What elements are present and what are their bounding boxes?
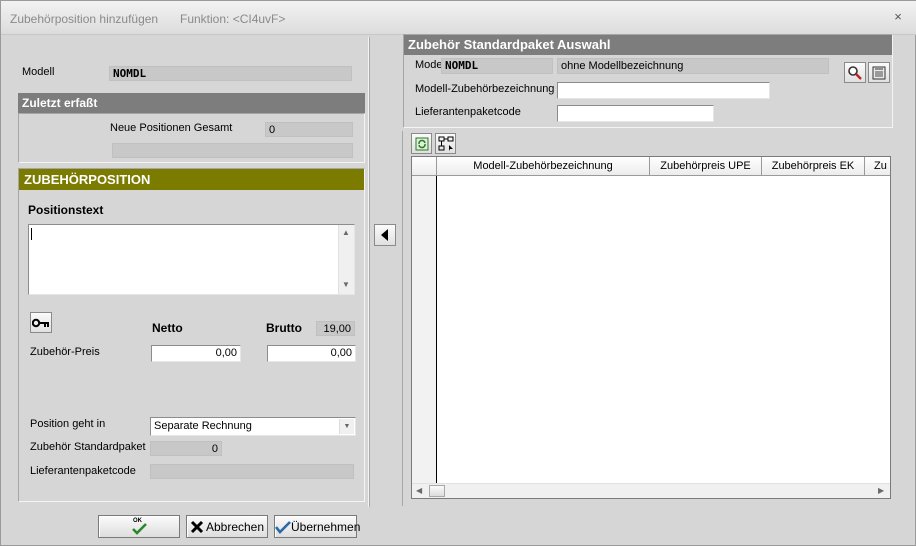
brutto-input[interactable]: 0,00 — [267, 345, 356, 362]
search-button[interactable] — [844, 62, 866, 83]
zubehoerposition-group: ZUBEHÖRPOSITION Positionstext ▲ ▼ Netto … — [18, 168, 365, 502]
scroll-thumb[interactable] — [429, 485, 445, 497]
modell-label: Modell — [22, 66, 55, 78]
positionstext-textarea[interactable]: ▲ ▼ — [28, 224, 355, 295]
search-icon — [848, 66, 862, 80]
abbrechen-label: Abbrechen — [205, 519, 265, 534]
neue-positionen-bar — [112, 143, 353, 158]
tree-button[interactable] — [435, 133, 456, 154]
scroll-right-icon[interactable]: ▶ — [878, 486, 884, 495]
tree-icon — [438, 136, 453, 151]
neue-positionen-label: Neue Positionen Gesamt — [110, 122, 233, 134]
right-modell-field: NOMDL — [441, 58, 553, 74]
transfer-left-icon — [381, 229, 388, 241]
check-icon — [274, 520, 291, 534]
zuletzt-erfasst-header: Zuletzt erfaßt — [18, 93, 365, 113]
clear-icon — [872, 66, 886, 80]
uebernehmen-button[interactable]: Übernehmen — [274, 515, 361, 538]
panel-divider — [402, 131, 403, 506]
positionstext-label: Positionstext — [28, 203, 104, 217]
transfer-left-button[interactable] — [374, 224, 396, 246]
abbrechen-button[interactable]: Abbrechen — [186, 515, 268, 538]
standardpaket-auswahl-header: Zubehör Standardpaket Auswahl — [404, 35, 892, 55]
zuletzt-erfasst-group: Neue Positionen Gesamt 0 — [18, 113, 365, 163]
ok-button[interactable]: OK — [98, 515, 180, 538]
netto-input[interactable]: 0,00 — [151, 345, 241, 362]
right-modell-desc-field: ohne Modellbezeichnung — [557, 58, 829, 74]
dropdown-arrow-icon[interactable]: ▼ — [339, 419, 354, 434]
brutto-label: Brutto — [266, 321, 302, 335]
lieferantenpaketcode-field — [150, 464, 354, 479]
grid-horizontal-scrollbar[interactable]: ◀ ▶ — [412, 483, 890, 498]
grid-header: Modell-Zubehörbezeichnung Zubehörpreis U… — [412, 157, 890, 176]
mwst-field: 19,00 — [316, 321, 355, 336]
zubehoer-preis-label: Zubehör-Preis — [30, 346, 100, 358]
zubehoerposition-header: ZUBEHÖRPOSITION — [19, 169, 364, 190]
position-geht-in-select[interactable]: Separate Rechnung ▼ — [150, 417, 356, 436]
grid-column-ek[interactable]: Zubehörpreis EK — [762, 157, 865, 176]
refresh-button[interactable] — [411, 133, 432, 154]
standardpaket-grid[interactable]: Modell-Zubehörbezeichnung Zubehörpreis U… — [411, 156, 891, 499]
clear-button[interactable] — [868, 62, 890, 83]
close-icon[interactable]: × — [891, 10, 905, 24]
text-cursor — [31, 228, 32, 240]
key-icon — [31, 318, 49, 328]
grid-column-bezeichnung[interactable]: Modell-Zubehörbezeichnung — [437, 157, 650, 176]
standardpaket-label: Zubehör Standardpaket — [30, 441, 146, 453]
position-geht-in-value: Separate Rechnung — [154, 420, 252, 432]
scroll-left-icon[interactable]: ◀ — [416, 486, 422, 495]
positionstext-scrollbar[interactable]: ▲ ▼ — [338, 225, 354, 294]
cross-icon — [190, 520, 204, 533]
scroll-down-icon[interactable]: ▼ — [342, 280, 350, 289]
lieferantenpaketcode-label: Lieferantenpaketcode — [30, 465, 136, 477]
grid-column-more[interactable]: Zu — [865, 157, 890, 176]
right-lieferantenpaketcode-label: Lieferantenpaketcode — [415, 106, 521, 118]
function-label: Funktion: <CI4uvF> — [180, 12, 286, 26]
standardpaket-field: 0 — [150, 441, 222, 456]
standardpaket-auswahl-group: Zubehör Standardpaket Auswahl Modell NOM… — [403, 34, 893, 128]
key-button[interactable] — [30, 312, 52, 333]
right-lieferantenpaketcode-input[interactable] — [557, 105, 714, 122]
refresh-icon — [415, 137, 428, 151]
position-geht-in-label: Position geht in — [30, 418, 106, 430]
grid-row-indicator — [412, 176, 437, 483]
grid-indicator-column — [412, 157, 437, 176]
netto-label: Netto — [152, 321, 183, 335]
grid-column-upe[interactable]: Zubehörpreis UPE — [650, 157, 762, 176]
window-title: Zubehörposition hinzufügen — [10, 12, 159, 26]
title-bar: Zubehörposition hinzufügen Funktion: <CI… — [1, 1, 916, 35]
bezeichnung-label: Modell-Zubehörbezeichnung — [415, 83, 555, 95]
uebernehmen-label: Übernehmen — [291, 519, 361, 534]
left-panel: Modell NOMDL Zuletzt erfaßt Neue Positio… — [13, 37, 370, 507]
dialog-window: Zubehörposition hinzufügen Funktion: <CI… — [0, 0, 916, 546]
modell-field: NOMDL — [109, 66, 352, 81]
ok-check-icon: OK — [130, 518, 148, 535]
scroll-up-icon[interactable]: ▲ — [342, 228, 350, 237]
bezeichnung-input[interactable] — [557, 82, 770, 99]
neue-positionen-field: 0 — [265, 122, 353, 137]
